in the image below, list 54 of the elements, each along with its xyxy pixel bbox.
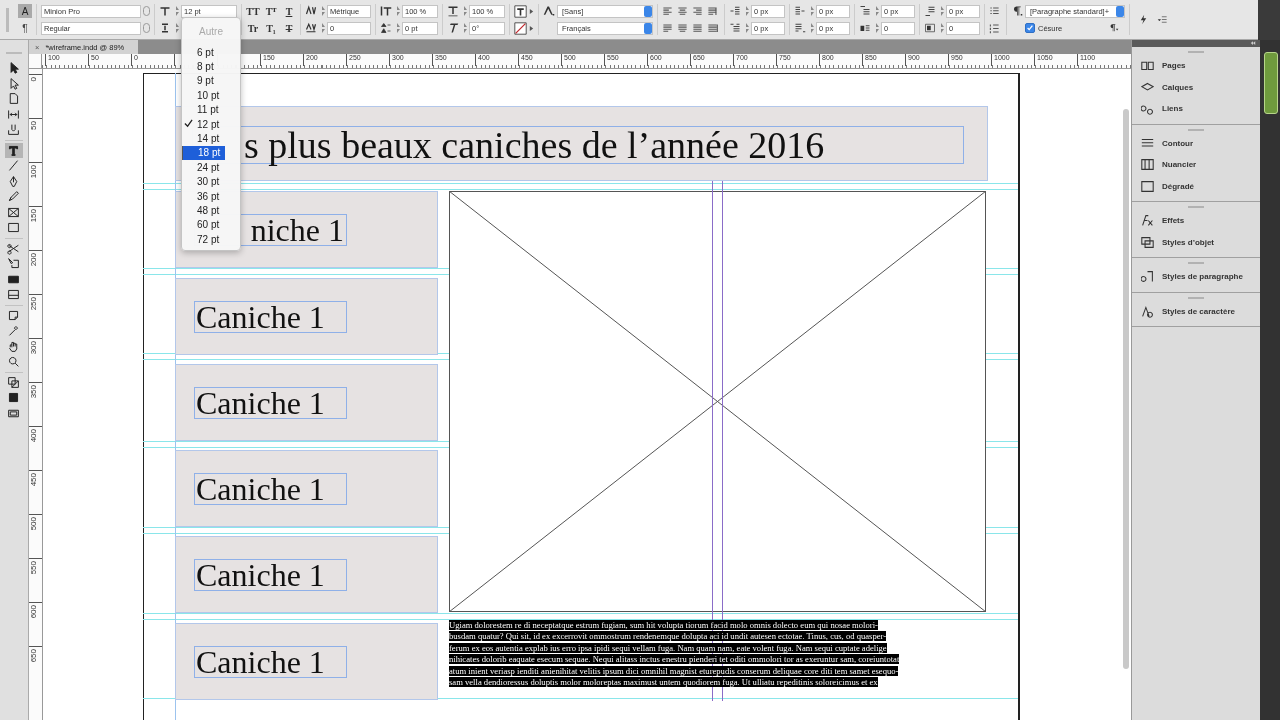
panel-item[interactable]: Dégradé [1132,175,1260,197]
mode-toggle[interactable]: ¶ [18,21,32,35]
ruler-label: 100 [29,165,39,179]
ruler-label: 250 [29,297,39,311]
menu-item[interactable]: 24 pt [182,160,240,175]
body-paragraph: Ugiam dolorestem re di neceptatque estrum fugiam, sum hit volupta tiorum facid molo omnis dolecto eum qui nosae molori- busdam quatur? Qui sit, id ex excerrovit ommostrum rendenemque dolupta aci id undit autesen ectotae. Tinus, cus, od quasper- ferum ex eos autentia explab ius erro ipsa ipidi sequi vellam fuga. Nam quam nam, eate volent fuga. Nam sequi cuptate adelige nihicates dolorib eaquate esecum sequae. Nequi alitass inctus enestru pienderi tet oditi ommolori tor as exeruntur sam, coreiuntotat atum inient veriasp ienditi anienihitat velitis ipsum dici omnihil magnist eturepudis conserum deliquae core diti tem samet esequo- sam vella dendioressus doluptis molor moloreptas maximust untem quodiorem fuga. Ut ulliatu repeditinis soloreicimus et ex [449,620,901,689]
panel-item[interactable]: Liens [1132,98,1260,120]
ruler-label: 150 [29,209,39,223]
menu-item[interactable]: 9 pt [182,73,240,89]
menu-item[interactable]: 30 pt [182,174,240,189]
type-style-button[interactable]: T₁ [264,22,278,34]
page-title: s plus beaux caniches de l’année 2016 [244,123,825,167]
panel-item[interactable]: Styles de caractère [1132,300,1260,322]
ruler-label: 600 [29,605,39,619]
ruler-label: 200 [29,253,39,267]
menu-item[interactable]: 72 pt [182,232,240,247]
ruler-label: 650 [29,649,39,663]
menu-item[interactable]: 48 pt [182,203,240,218]
type-style-button[interactable]: TT [246,5,260,17]
ruler-label: 350 [29,385,39,399]
ruler-label: 50 [29,121,39,130]
caniche-label: Caniche 1 [196,470,325,508]
menu-item[interactable]: 18 pt [182,145,225,161]
type-style-button[interactable]: Tᵀ [264,5,278,17]
menu-item[interactable]: 14 pt [182,131,240,146]
menu-item[interactable]: 6 pt [182,45,240,60]
panel-item[interactable]: Styles de paragraphe [1132,266,1260,288]
ruler-label: 300 [29,341,39,355]
ruler-label: 550 [29,561,39,575]
panel-item[interactable]: Nuancier [1132,154,1260,176]
ruler-label: 0 [29,77,39,82]
panel-item[interactable]: Effets [1132,210,1260,232]
caniche-label: Caniche 1 [196,384,325,422]
panel-item[interactable]: Pages [1132,55,1260,77]
menu-item[interactable]: 12 pt [182,116,240,132]
ruler-label: 400 [29,429,39,443]
ruler-label: 450 [29,473,39,487]
type-style-button[interactable]: Tr [246,22,260,34]
menu-item[interactable]: 36 pt [182,188,240,204]
mode-toggle[interactable]: A [18,4,32,18]
type-style-button[interactable]: T [282,22,296,34]
panel-item[interactable]: Calques [1132,76,1260,98]
ruler-label: 500 [29,517,39,531]
menu-item[interactable]: 11 pt [182,102,240,117]
type-style-button[interactable]: T [282,5,296,17]
caniche-label: Caniche 1 [196,556,325,594]
caniche-label: Caniche 1 [196,643,325,681]
menu-item[interactable]: 8 pt [182,59,240,74]
panel-item[interactable]: Styles d’objet [1132,231,1260,253]
panel-item[interactable]: Contour [1132,132,1260,154]
caniche-label: Caniche 1 [196,298,325,336]
menu-item[interactable]: 10 pt [182,88,240,103]
menu-item[interactable]: 60 pt [182,217,240,233]
caniche-label: niche 1 [250,211,344,249]
